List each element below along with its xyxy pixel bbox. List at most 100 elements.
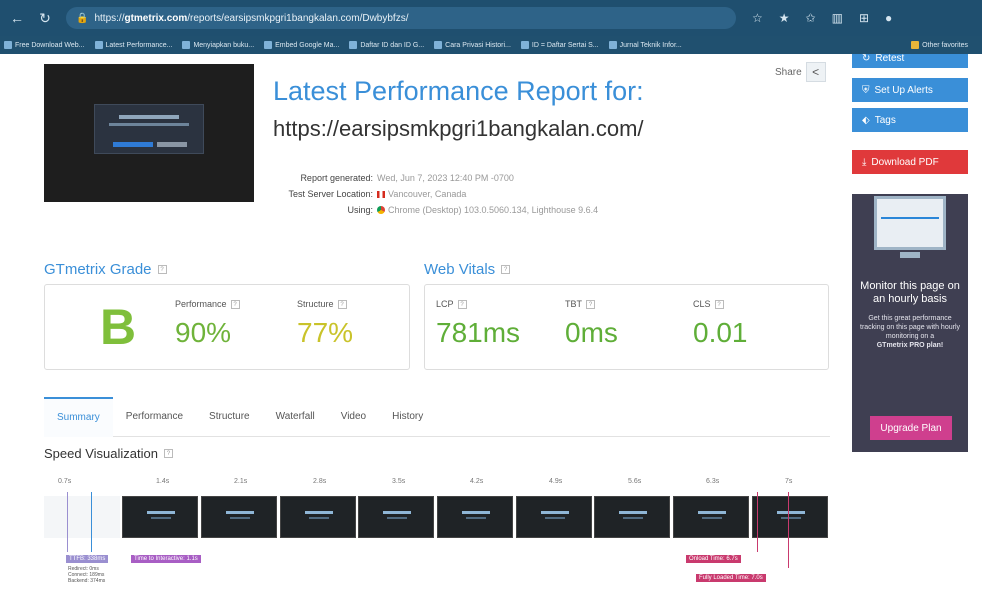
- tab-history[interactable]: History: [379, 397, 436, 437]
- favorites-bar-icon[interactable]: ✩: [806, 11, 816, 25]
- gtmetrix-grade-heading: GTmetrix Grade?: [44, 261, 167, 278]
- pro-promo-panel: Monitor this page on an hourly basis Get…: [852, 194, 968, 452]
- collections-icon[interactable]: ▥: [832, 11, 843, 25]
- structure-value: 77%: [297, 317, 354, 348]
- meta-label: Test Server Location:: [288, 189, 373, 199]
- extensions-icon[interactable]: ⊞: [859, 11, 869, 25]
- tbt-value: 0ms: [565, 317, 618, 348]
- tab-summary[interactable]: Summary: [44, 396, 113, 437]
- fully-loaded-marker: Fully Loaded Time: 7.0s: [696, 574, 766, 582]
- ttfb-breakdown: Redirect: 0ms Connect: 189ms Backend: 37…: [68, 566, 106, 584]
- fully-loaded-line: [788, 492, 789, 568]
- help-icon[interactable]: ?: [457, 299, 467, 309]
- bookmark-item[interactable]: Cara Privasi Histori...: [434, 41, 511, 49]
- filmstrip-frame[interactable]: [201, 496, 277, 538]
- report-url[interactable]: https://earsipsmkpgri1bangkalan.com/: [273, 116, 644, 142]
- help-icon[interactable]: ?: [586, 299, 595, 309]
- favorite-icon[interactable]: ★: [779, 11, 790, 25]
- grade-panel: B Performance? 90% Structure? 77%: [44, 284, 410, 370]
- filmstrip-frame[interactable]: [594, 496, 670, 538]
- back-icon[interactable]: ←: [6, 7, 28, 29]
- set-up-alerts-button[interactable]: ⛨ Set Up Alerts: [852, 78, 968, 102]
- download-pdf-button[interactable]: ⤓ Download PDF: [852, 150, 968, 174]
- profile-icon[interactable]: ●: [885, 11, 892, 25]
- browser-toolbar: ← ↻ 🔒 https://gtmetrix.com/reports/earsi…: [0, 0, 982, 36]
- share-icon: <: [805, 62, 826, 82]
- tick-label: 4.2s: [470, 478, 484, 485]
- tick-label: 0.7s: [58, 478, 72, 485]
- bookmark-item[interactable]: Embed Google Ma...: [264, 41, 339, 49]
- help-icon[interactable]: ?: [714, 299, 724, 309]
- tti-line: [91, 492, 92, 552]
- tick-label: 3.5s: [392, 478, 406, 485]
- meta-label: Using:: [347, 205, 373, 215]
- meta-value: Chrome (Desktop) 103.0.5060.134, Lightho…: [388, 205, 599, 215]
- tab-performance[interactable]: Performance: [113, 397, 196, 437]
- monitor-illustration-icon: [874, 196, 946, 250]
- promo-heading: Monitor this page on an hourly basis: [860, 280, 960, 305]
- tag-icon: ⬖: [862, 114, 870, 126]
- chrome-icon: [377, 206, 385, 214]
- other-favorites[interactable]: Other favorites: [911, 41, 968, 49]
- bookmark-item[interactable]: Daftar ID dan ID G...: [349, 41, 424, 49]
- bookmark-item[interactable]: ID = Daftar Sertai S...: [520, 41, 599, 49]
- refresh-icon[interactable]: ↻: [34, 7, 56, 29]
- filmstrip-frame[interactable]: [673, 496, 749, 538]
- tick-label: 6.3s: [706, 478, 720, 485]
- tick-label: 7s: [785, 478, 793, 485]
- share-button[interactable]: Share <: [775, 62, 826, 82]
- report-page: Share < Latest Performance Report for: h…: [0, 54, 982, 598]
- help-icon[interactable]: ?: [163, 449, 173, 458]
- tbt-metric: TBT? 0ms: [565, 299, 618, 348]
- filmstrip-frame[interactable]: [752, 496, 828, 538]
- performance-value: 90%: [175, 317, 232, 348]
- meta-value: Vancouver, Canada: [388, 189, 467, 199]
- onload-marker: Onload Time: 6.7s: [686, 555, 741, 563]
- shield-icon: ⛨: [862, 84, 870, 96]
- bookmark-item[interactable]: Latest Performance...: [94, 41, 172, 49]
- tab-structure[interactable]: Structure: [196, 397, 263, 437]
- cls-metric: CLS? 0.01: [693, 299, 748, 348]
- pdf-icon: ⤓: [862, 156, 867, 168]
- bookmarks-bar: Free Download Web... Latest Performance.…: [0, 36, 982, 54]
- bookmark-item[interactable]: Jurnal Teknik Infor...: [608, 41, 682, 49]
- page-screenshot-thumbnail[interactable]: [44, 64, 254, 202]
- meta-label: Report generated:: [300, 173, 373, 183]
- filmstrip-frame[interactable]: [516, 496, 592, 538]
- report-tabs: Summary Performance Structure Waterfall …: [44, 396, 830, 437]
- bookmark-item[interactable]: Free Download Web...: [4, 41, 85, 49]
- tick-label: 2.1s: [234, 478, 248, 485]
- lock-icon: 🔒: [76, 12, 89, 24]
- tick-label: 1.4s: [156, 478, 170, 485]
- filmstrip-frame[interactable]: [122, 496, 198, 538]
- help-icon[interactable]: ?: [230, 299, 240, 309]
- filmstrip-frame[interactable]: [437, 496, 513, 538]
- onload-line: [757, 492, 758, 552]
- tab-waterfall[interactable]: Waterfall: [263, 397, 328, 437]
- cls-value: 0.01: [693, 317, 748, 348]
- tab-video[interactable]: Video: [328, 397, 379, 437]
- filmstrip-frame[interactable]: [358, 496, 434, 538]
- help-icon[interactable]: ?: [337, 299, 347, 309]
- web-vitals-heading: Web Vitals?: [424, 261, 511, 278]
- bookmark-item[interactable]: Menyiapkan buku...: [182, 41, 254, 49]
- help-icon[interactable]: ?: [501, 265, 511, 274]
- canada-flag-icon: [377, 190, 385, 198]
- filmstrip-frame[interactable]: [44, 496, 120, 538]
- read-aloud-icon[interactable]: ☆: [752, 11, 763, 25]
- retest-button[interactable]: ↻ Retest: [852, 54, 968, 68]
- help-icon[interactable]: ?: [157, 265, 167, 274]
- tags-button[interactable]: ⬖ Tags: [852, 108, 968, 132]
- url-prefix: https://: [94, 12, 125, 24]
- ttfb-marker: TTFB: 338ms: [66, 555, 109, 563]
- lcp-value: 781ms: [436, 317, 521, 348]
- upgrade-plan-button[interactable]: Upgrade Plan: [870, 416, 952, 440]
- meta-value: Wed, Jun 7, 2023 12:40 PM -0700: [377, 173, 514, 183]
- tick-label: 4.9s: [549, 478, 563, 485]
- speed-visualization: 0.7s 1.4s 2.1s 2.8s 3.5s 4.2s 4.9s 5.6s …: [44, 470, 830, 598]
- filmstrip-frame[interactable]: [280, 496, 356, 538]
- grade-letter: B: [99, 299, 137, 355]
- speed-visualization-heading: Speed Visualization?: [44, 446, 173, 461]
- report-meta: Report generated: Wed, Jun 7, 2023 12:40…: [270, 170, 598, 218]
- address-bar[interactable]: 🔒 https://gtmetrix.com/reports/earsipsmk…: [66, 7, 736, 29]
